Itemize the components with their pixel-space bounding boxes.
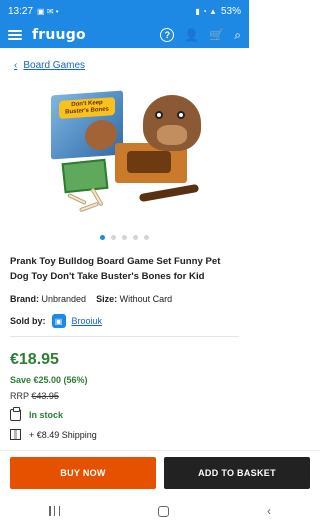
status-time: 13:27 — [8, 5, 34, 17]
brand-value: Unbranded — [41, 294, 87, 304]
search-icon[interactable]: ⌕ — [234, 28, 241, 43]
signal-icons: ▮ ◔ ▲ — [195, 6, 217, 16]
recent-apps-icon[interactable] — [49, 506, 60, 516]
seller-icon: ▣ — [51, 314, 66, 328]
savings-text: Save €25.00 (56%) — [10, 375, 88, 385]
cart-icon[interactable]: 🛒 — [209, 28, 224, 42]
breadcrumb-link[interactable]: Board Games — [23, 60, 85, 71]
back-icon[interactable]: ‹ — [267, 504, 271, 518]
carousel-dot[interactable] — [100, 235, 105, 240]
product-attributes: Brand: Unbranded Size: Without Card — [10, 294, 239, 304]
divider — [10, 336, 239, 337]
home-icon[interactable] — [158, 505, 169, 517]
status-bar: 13:27 ▣ ✉ • ▮ ◔ ▲ 53% — [0, 0, 249, 22]
battery-level: 53% — [220, 5, 241, 17]
clipboard-icon — [10, 407, 21, 421]
product-title: Prank Toy Bulldog Board Game Set Funny P… — [10, 256, 221, 282]
notification-icons: ▣ ✉ • — [37, 6, 59, 16]
help-icon[interactable]: ? — [160, 28, 175, 42]
cta-bar: BUY NOW ADD TO BASKET — [0, 450, 320, 494]
game-box: Don't Keep Buster's Bones — [50, 90, 123, 160]
carousel-dots[interactable] — [0, 235, 249, 240]
fruugo-logo[interactable]: fruugo — [32, 27, 86, 43]
box-title: Don't Keep Buster's Bones — [58, 97, 115, 119]
android-nav-bar: ‹ — [0, 497, 320, 525]
price: €18.95 — [10, 351, 59, 368]
shipping-text: + €8.49 Shipping — [29, 429, 97, 440]
stock-status: In stock — [10, 407, 239, 421]
buy-now-button[interactable]: BUY NOW — [10, 456, 156, 489]
account-icon[interactable]: 👤 — [184, 28, 199, 42]
carousel-dot[interactable] — [111, 235, 116, 240]
carousel-dot[interactable] — [144, 235, 149, 240]
tongs — [138, 183, 199, 203]
rrp-label: RRP — [10, 391, 29, 401]
seller-link[interactable]: Brooiuk — [72, 316, 103, 326]
add-to-basket-button[interactable]: ADD TO BASKET — [164, 456, 310, 489]
carousel-dot[interactable] — [133, 235, 138, 240]
bone-pieces — [66, 187, 107, 217]
bulldog — [142, 95, 201, 151]
rrp: RRP €43.95 — [10, 391, 239, 401]
chevron-left-icon: ‹ — [14, 60, 18, 71]
shipping-info: + €8.49 Shipping — [10, 429, 239, 440]
sold-by-label: Sold by: — [10, 316, 46, 326]
size-label: Size: — [96, 294, 118, 304]
app-bar: fruugo ? 👤 🛒 ⌕ — [0, 22, 249, 48]
size-value: Without Card — [119, 294, 173, 304]
breadcrumb[interactable]: ‹ Board Games — [14, 60, 249, 71]
product-image[interactable]: Don't Keep Buster's Bones — [45, 81, 205, 227]
sold-by: Sold by: ▣ Brooiuk — [10, 314, 239, 328]
product-gallery[interactable]: Don't Keep Buster's Bones — [0, 81, 249, 231]
game-cards — [61, 158, 108, 194]
package-icon — [10, 429, 21, 440]
rrp-old-price: €43.95 — [31, 391, 59, 401]
carousel-dot[interactable] — [122, 235, 127, 240]
stock-label: In stock — [29, 410, 64, 420]
brand-label: Brand: — [10, 294, 39, 304]
menu-icon[interactable] — [8, 30, 22, 40]
